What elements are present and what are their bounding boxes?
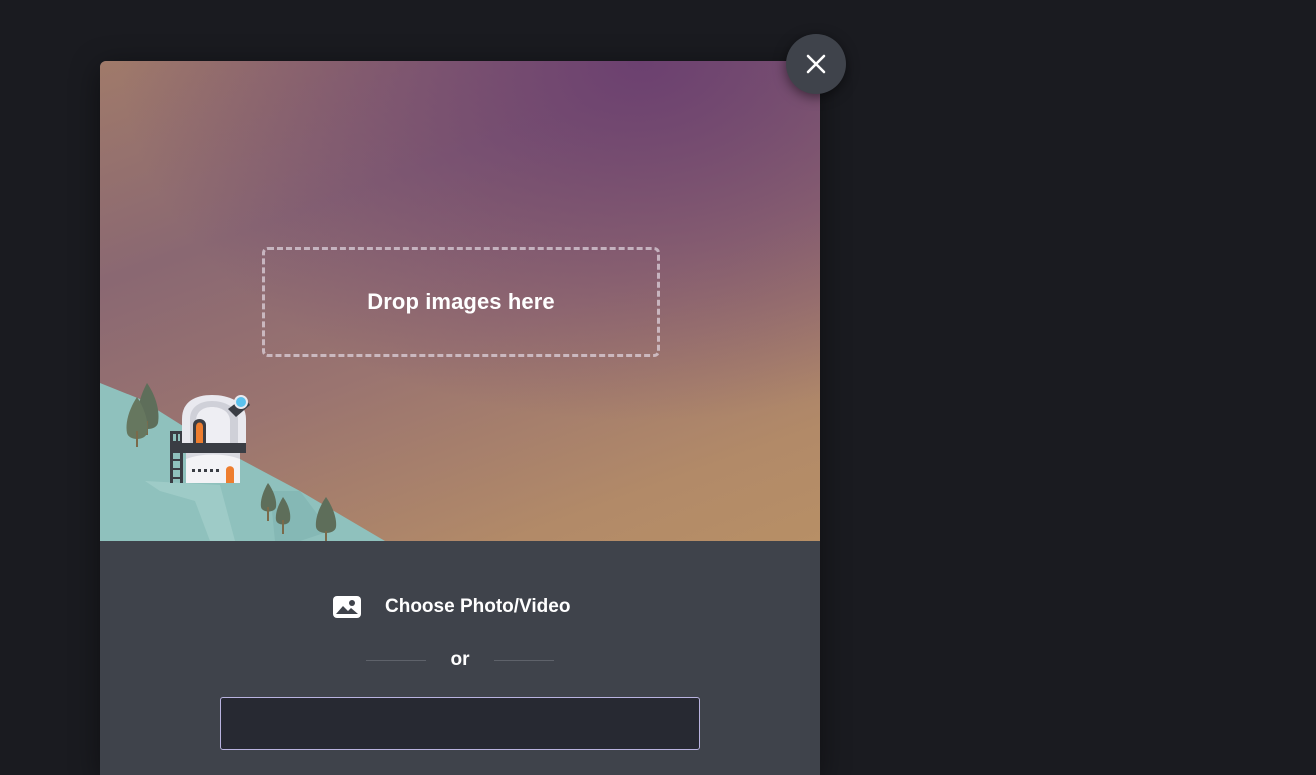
- close-icon: [805, 53, 827, 75]
- url-input[interactable]: [220, 697, 700, 750]
- drop-zone[interactable]: Drop images here: [262, 247, 660, 357]
- drop-zone-label: Drop images here: [367, 289, 555, 314]
- upload-actions: Choose Photo/Video or: [100, 541, 820, 775]
- close-button[interactable]: [786, 34, 846, 94]
- image-icon: [332, 594, 362, 620]
- upload-hero: Drop images here: [100, 61, 820, 541]
- or-label: or: [450, 649, 470, 670]
- or-divider: or: [366, 649, 554, 671]
- page: Drop images here Choose Photo/Video or: [0, 0, 1316, 775]
- observatory-building: [170, 395, 250, 483]
- divider-line-left: [366, 659, 426, 661]
- upload-modal: Drop images here Choose Photo/Video or: [100, 61, 820, 775]
- divider-line-right: [494, 659, 554, 661]
- choose-photo-video-button[interactable]: Choose Photo/Video: [332, 593, 570, 621]
- choose-photo-video-label: Choose Photo/Video: [385, 596, 571, 617]
